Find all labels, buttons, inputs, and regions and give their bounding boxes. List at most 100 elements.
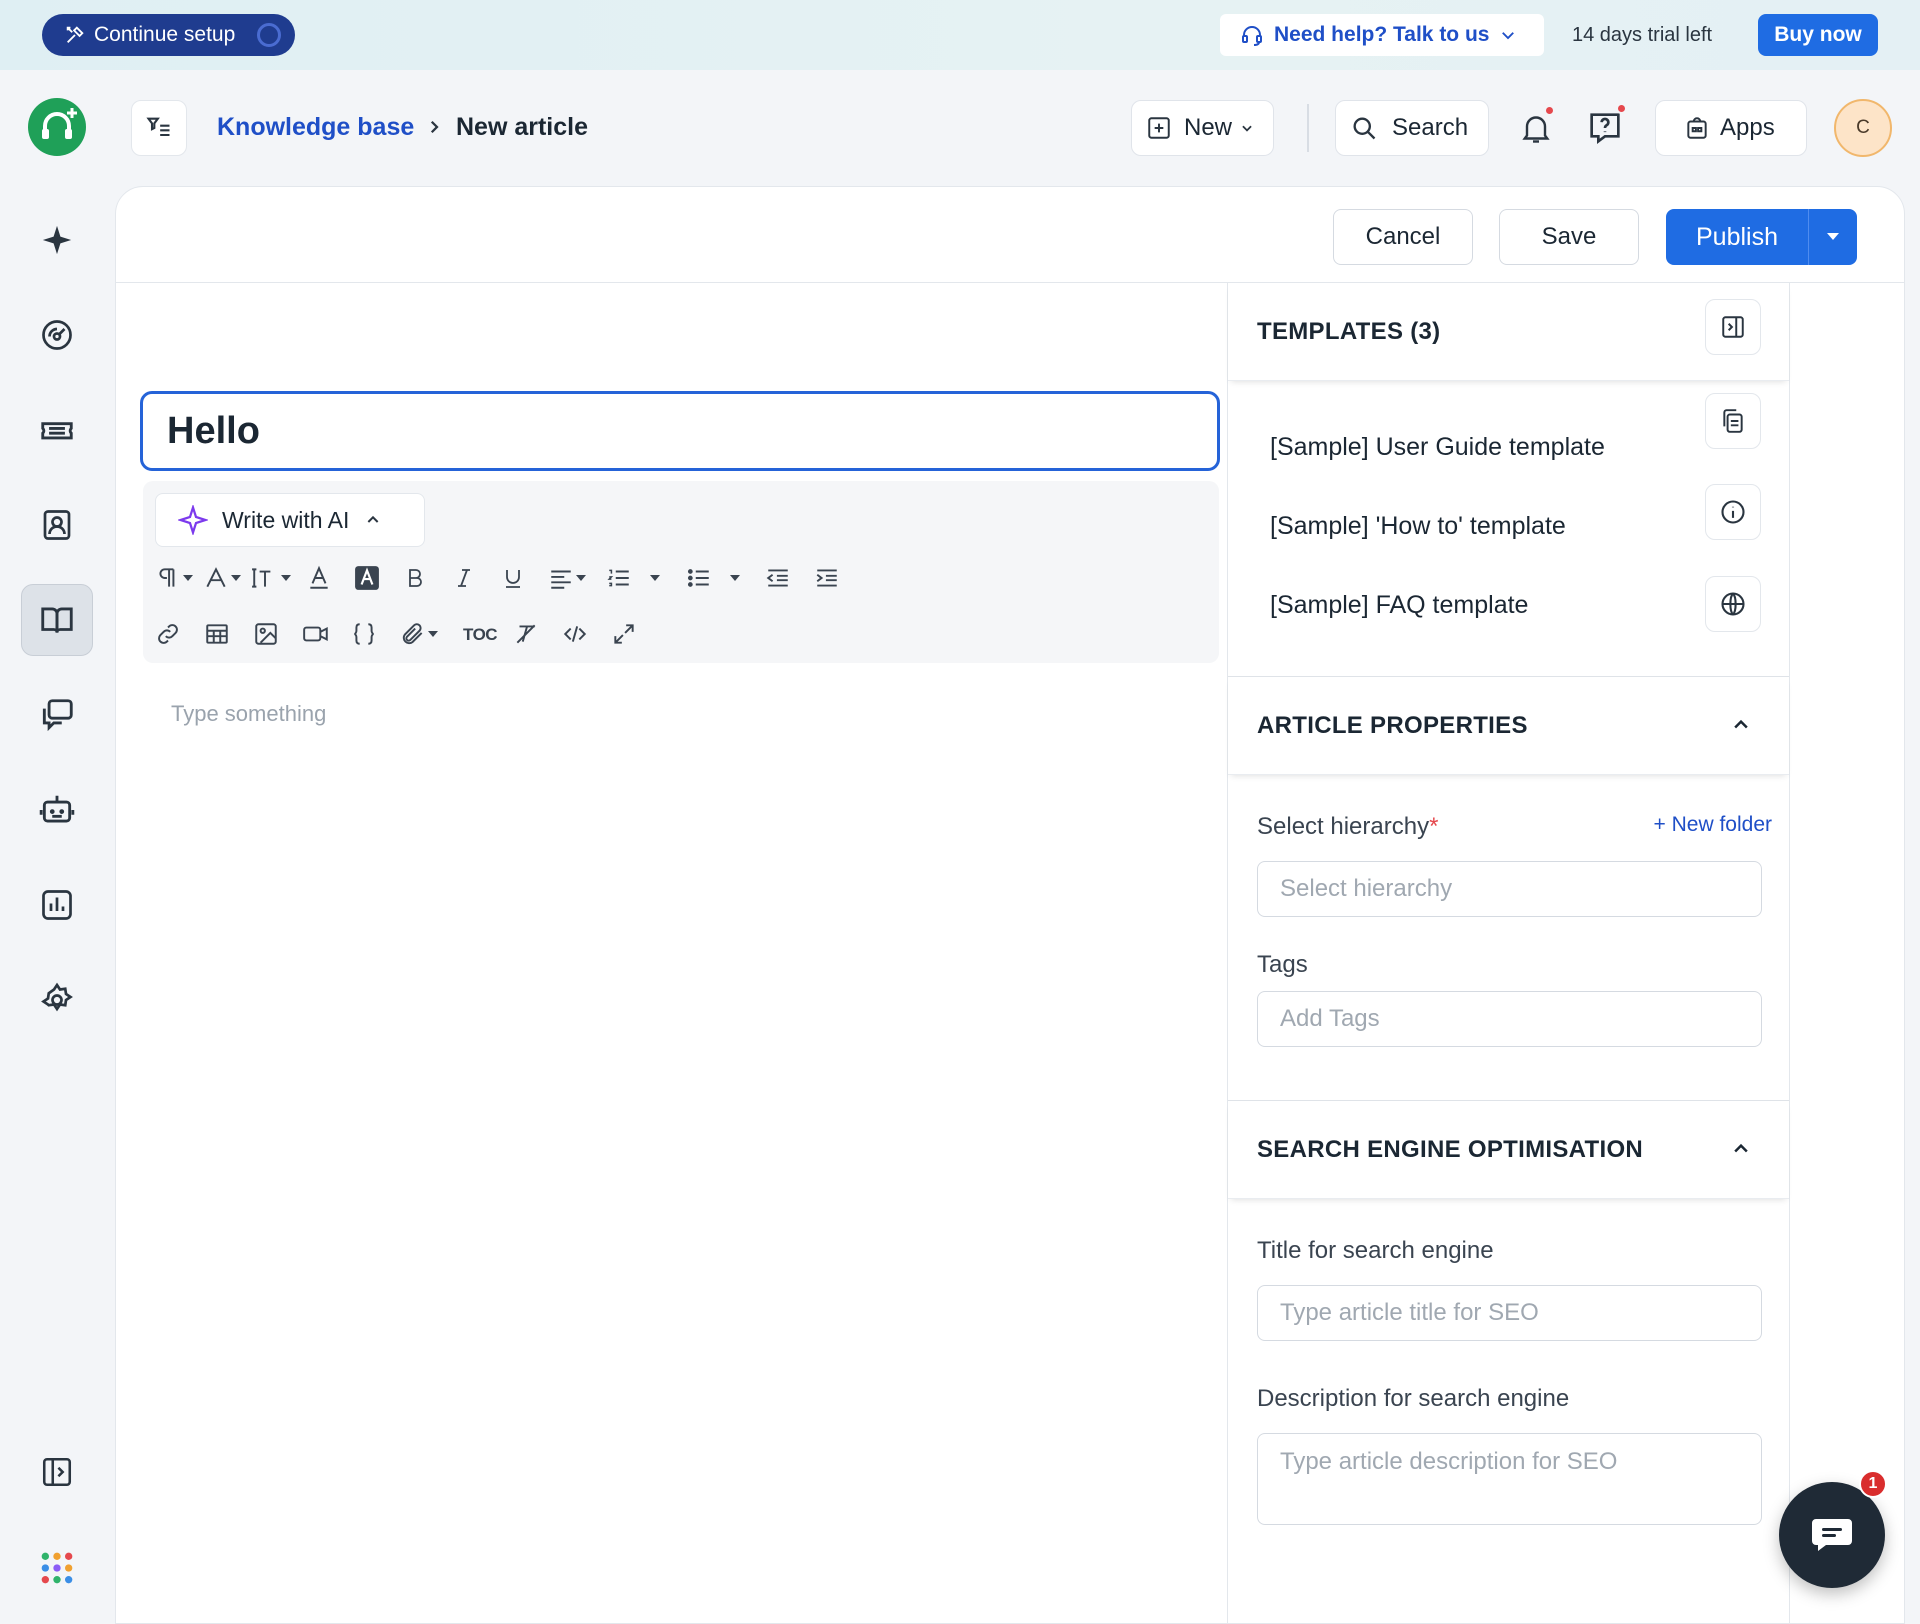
apps-button[interactable]: Apps bbox=[1655, 100, 1807, 156]
new-folder-link[interactable]: + New folder bbox=[1654, 813, 1772, 837]
insert-image-tool[interactable] bbox=[253, 621, 279, 647]
chevron-up-icon bbox=[1731, 1139, 1751, 1159]
font-size-tool[interactable] bbox=[251, 565, 293, 591]
write-with-ai-button[interactable]: Write with AI bbox=[155, 493, 425, 547]
avatar[interactable]: C bbox=[1834, 99, 1892, 157]
breadcrumb-knowledge-base[interactable]: Knowledge base bbox=[217, 113, 414, 142]
template-item[interactable]: [Sample] FAQ template bbox=[1270, 591, 1528, 620]
outdent-tool[interactable] bbox=[765, 565, 791, 591]
underline-tool[interactable] bbox=[501, 565, 525, 591]
text-color-icon bbox=[306, 565, 332, 591]
image-icon bbox=[253, 621, 279, 647]
code-icon bbox=[562, 621, 588, 647]
paragraph-format-tool[interactable] bbox=[155, 565, 195, 591]
insert-table-tool[interactable] bbox=[204, 621, 230, 647]
templates-panel-button[interactable] bbox=[1705, 393, 1761, 449]
rail-bots[interactable] bbox=[21, 774, 93, 846]
translations-button[interactable] bbox=[1705, 576, 1761, 632]
rail-reports[interactable] bbox=[21, 869, 93, 941]
clear-formatting-tool[interactable] bbox=[513, 621, 539, 647]
bullet-list-options[interactable] bbox=[727, 573, 743, 583]
ordered-list-options[interactable] bbox=[647, 573, 663, 583]
table-of-contents-tool[interactable]: TOC bbox=[463, 625, 498, 645]
chevron-down-icon bbox=[1240, 121, 1254, 135]
bullet-list-tool[interactable] bbox=[686, 565, 712, 591]
new-button[interactable]: New bbox=[1131, 100, 1274, 156]
outdent-icon bbox=[765, 565, 791, 591]
publish-button[interactable]: Publish bbox=[1666, 209, 1857, 265]
caret-down-icon bbox=[574, 573, 588, 583]
insert-link-tool[interactable] bbox=[155, 621, 181, 647]
seo-heading: SEARCH ENGINE OPTIMISATION bbox=[1257, 1135, 1644, 1163]
seo-description-textarea[interactable]: Type article description for SEO bbox=[1257, 1433, 1762, 1525]
chevron-up-icon bbox=[365, 512, 381, 528]
tags-input[interactable]: Add Tags bbox=[1257, 991, 1762, 1047]
conversations-icon bbox=[38, 696, 76, 734]
attachment-tool[interactable] bbox=[400, 621, 440, 647]
save-button[interactable]: Save bbox=[1499, 209, 1639, 265]
continue-setup-button[interactable]: Continue setup bbox=[42, 14, 295, 56]
seo-title-input[interactable]: Type article title for SEO bbox=[1257, 1285, 1762, 1341]
filter-toggle-button[interactable] bbox=[131, 100, 187, 156]
rail-conversations[interactable] bbox=[21, 679, 93, 751]
tags-label: Tags bbox=[1257, 951, 1308, 978]
template-item[interactable]: [Sample] 'How to' template bbox=[1270, 512, 1566, 541]
left-navigation-rail bbox=[0, 70, 115, 1624]
italic-tool[interactable] bbox=[452, 565, 476, 591]
seo-title-label: Title for search engine bbox=[1257, 1237, 1494, 1264]
align-tool[interactable] bbox=[548, 565, 588, 591]
collapse-panel-button[interactable] bbox=[1705, 299, 1761, 355]
chevron-right-icon bbox=[425, 118, 443, 136]
buy-now-button[interactable]: Buy now bbox=[1758, 14, 1878, 56]
notifications-button[interactable] bbox=[1508, 100, 1564, 156]
rail-contacts[interactable] bbox=[21, 489, 93, 561]
rail-dashboard[interactable] bbox=[21, 299, 93, 371]
html-source-tool[interactable] bbox=[562, 621, 588, 647]
insert-code-block-tool[interactable] bbox=[351, 621, 377, 647]
indent-tool[interactable] bbox=[814, 565, 840, 591]
rail-settings[interactable] bbox=[21, 964, 93, 1036]
rail-tickets[interactable] bbox=[21, 394, 93, 466]
seo-section-header[interactable]: SEARCH ENGINE OPTIMISATION bbox=[1228, 1101, 1789, 1199]
fullscreen-tool[interactable] bbox=[611, 621, 637, 647]
brand-logo[interactable] bbox=[28, 98, 86, 156]
bold-tool[interactable] bbox=[403, 565, 427, 591]
search-button[interactable]: Search bbox=[1335, 100, 1489, 156]
article-properties-section-header[interactable]: ARTICLE PROPERTIES bbox=[1228, 677, 1789, 775]
article-info-button[interactable] bbox=[1705, 484, 1761, 540]
apps-icon bbox=[1684, 115, 1710, 141]
rail-expand-sidebar[interactable] bbox=[21, 1436, 93, 1508]
ticket-icon bbox=[38, 411, 76, 449]
ai-sparkle-icon bbox=[178, 505, 208, 535]
chevron-up-icon bbox=[1731, 715, 1751, 735]
chat-widget-button[interactable] bbox=[1779, 1482, 1885, 1588]
need-help-label: Need help? Talk to us bbox=[1274, 23, 1490, 46]
caret-down-icon[interactable] bbox=[1809, 232, 1857, 242]
continue-setup-label: Continue setup bbox=[94, 23, 236, 46]
cancel-button[interactable]: Cancel bbox=[1333, 209, 1473, 265]
font-icon bbox=[203, 565, 229, 591]
indent-icon bbox=[814, 565, 840, 591]
rail-product-switcher[interactable] bbox=[21, 1532, 93, 1604]
need-help-button[interactable]: Need help? Talk to us bbox=[1220, 14, 1544, 56]
hierarchy-select[interactable]: Select hierarchy bbox=[1257, 861, 1762, 917]
template-item[interactable]: [Sample] User Guide template bbox=[1270, 433, 1605, 462]
editor-action-bar: Cancel Save Publish bbox=[116, 187, 1904, 283]
table-icon bbox=[204, 621, 230, 647]
copy-document-icon bbox=[1720, 408, 1746, 434]
caret-down-icon bbox=[727, 573, 743, 583]
tools-icon bbox=[64, 24, 86, 46]
ordered-list-tool[interactable] bbox=[606, 565, 632, 591]
rail-freddy-ai[interactable] bbox=[21, 204, 93, 276]
text-color-tool[interactable] bbox=[306, 565, 332, 591]
article-body-editor[interactable]: Type something bbox=[171, 701, 326, 727]
highlight-color-tool[interactable] bbox=[354, 565, 380, 591]
article-title-input[interactable]: Hello bbox=[140, 391, 1220, 471]
insert-video-tool[interactable] bbox=[302, 621, 330, 647]
reports-icon bbox=[39, 887, 75, 923]
rail-knowledge-base[interactable] bbox=[21, 584, 93, 656]
publish-label: Publish bbox=[1696, 222, 1778, 251]
expand-sidebar-icon bbox=[40, 1455, 74, 1489]
font-family-tool[interactable] bbox=[203, 565, 243, 591]
help-button[interactable] bbox=[1577, 100, 1633, 156]
